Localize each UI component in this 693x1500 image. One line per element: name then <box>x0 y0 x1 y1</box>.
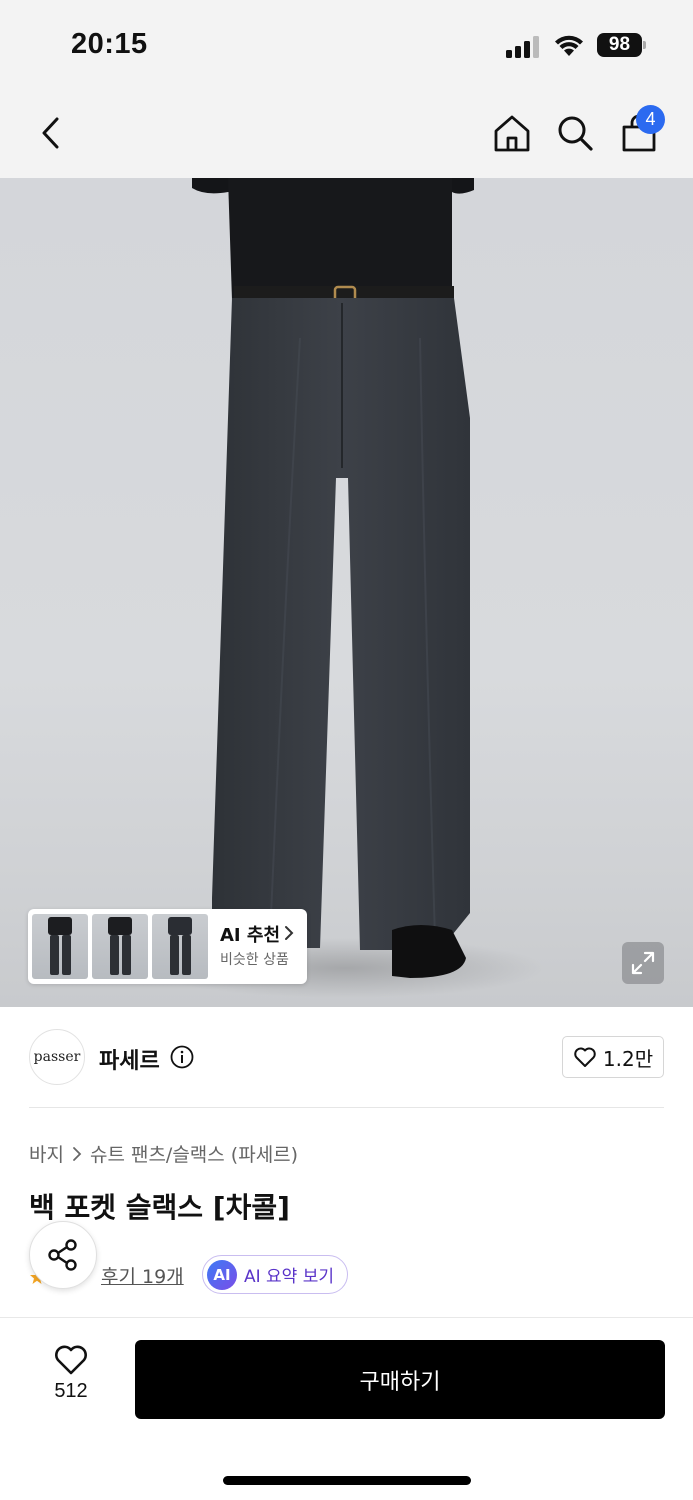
search-icon <box>558 116 593 151</box>
divider <box>29 1107 664 1108</box>
product-image[interactable]: AI 추천 비슷한 상품 <box>0 178 693 1007</box>
home-indicator <box>223 1476 471 1485</box>
brand-logo[interactable]: passer <box>29 1029 85 1085</box>
ai-recommend-title: AI 추천 <box>220 925 281 946</box>
product-title: 백 포켓 슬랙스 [차콜] <box>29 1191 290 1224</box>
breadcrumb: 바지 슈트 팬츠/슬랙스 (파세르) <box>29 1140 298 1167</box>
back-button[interactable] <box>26 108 76 158</box>
home-icon <box>494 115 530 152</box>
chevron-left-icon <box>42 117 59 149</box>
ai-recommend-thumbnail-1[interactable] <box>32 914 88 979</box>
heart-icon <box>574 1047 596 1067</box>
battery-level: 98 <box>597 33 642 57</box>
bottom-action-bar: 512 구매하기 <box>0 1317 693 1500</box>
expand-icon <box>631 951 655 975</box>
ai-recommend-thumbnail-2[interactable] <box>92 914 148 979</box>
product-photo-pants <box>145 178 545 998</box>
search-button[interactable] <box>550 108 600 158</box>
brand-name[interactable]: 파세르 <box>99 1043 160 1075</box>
expand-image-button[interactable] <box>622 942 664 984</box>
heart-icon <box>55 1345 87 1375</box>
breadcrumb-subcategory[interactable]: 슈트 팬츠/슬랙스 (파세르) <box>90 1140 298 1167</box>
ai-recommend-thumbnail-3[interactable] <box>152 914 208 979</box>
chevron-right-icon <box>285 926 294 940</box>
wishlist-button[interactable]: 512 <box>40 1344 102 1406</box>
brand-row: passer 파세르 1.2만 <box>0 1007 693 1107</box>
wifi-icon <box>555 35 583 56</box>
signal-icon <box>506 34 542 58</box>
breadcrumb-category[interactable]: 바지 <box>29 1140 64 1167</box>
status-bar: 20:15 98 <box>0 0 693 90</box>
brand-like-count: 1.2만 <box>602 1046 654 1071</box>
info-icon[interactable] <box>170 1045 194 1069</box>
share-button[interactable] <box>29 1221 97 1289</box>
ai-recommend-subtitle: 비슷한 상품 <box>220 952 289 968</box>
top-nav: 4 <box>0 90 693 178</box>
cart-count-badge: 4 <box>636 105 665 134</box>
ai-summary-label: AI 요약 보기 <box>244 1267 335 1287</box>
ai-recommend-card[interactable]: AI 추천 비슷한 상품 <box>28 909 307 984</box>
share-icon <box>48 1239 77 1271</box>
ai-summary-button[interactable]: AI AI 요약 보기 <box>202 1255 348 1294</box>
chevron-right-icon <box>73 1146 82 1161</box>
buy-button[interactable]: 구매하기 <box>135 1340 665 1419</box>
ai-badge: AI <box>207 1259 237 1290</box>
wishlist-count: 512 <box>54 1380 88 1402</box>
brand-like-button[interactable]: 1.2만 <box>562 1036 664 1078</box>
review-count-link[interactable]: 후기 19개 <box>101 1262 184 1289</box>
battery-icon: 98 <box>597 33 647 57</box>
home-button[interactable] <box>487 108 537 158</box>
status-time: 20:15 <box>71 28 148 60</box>
